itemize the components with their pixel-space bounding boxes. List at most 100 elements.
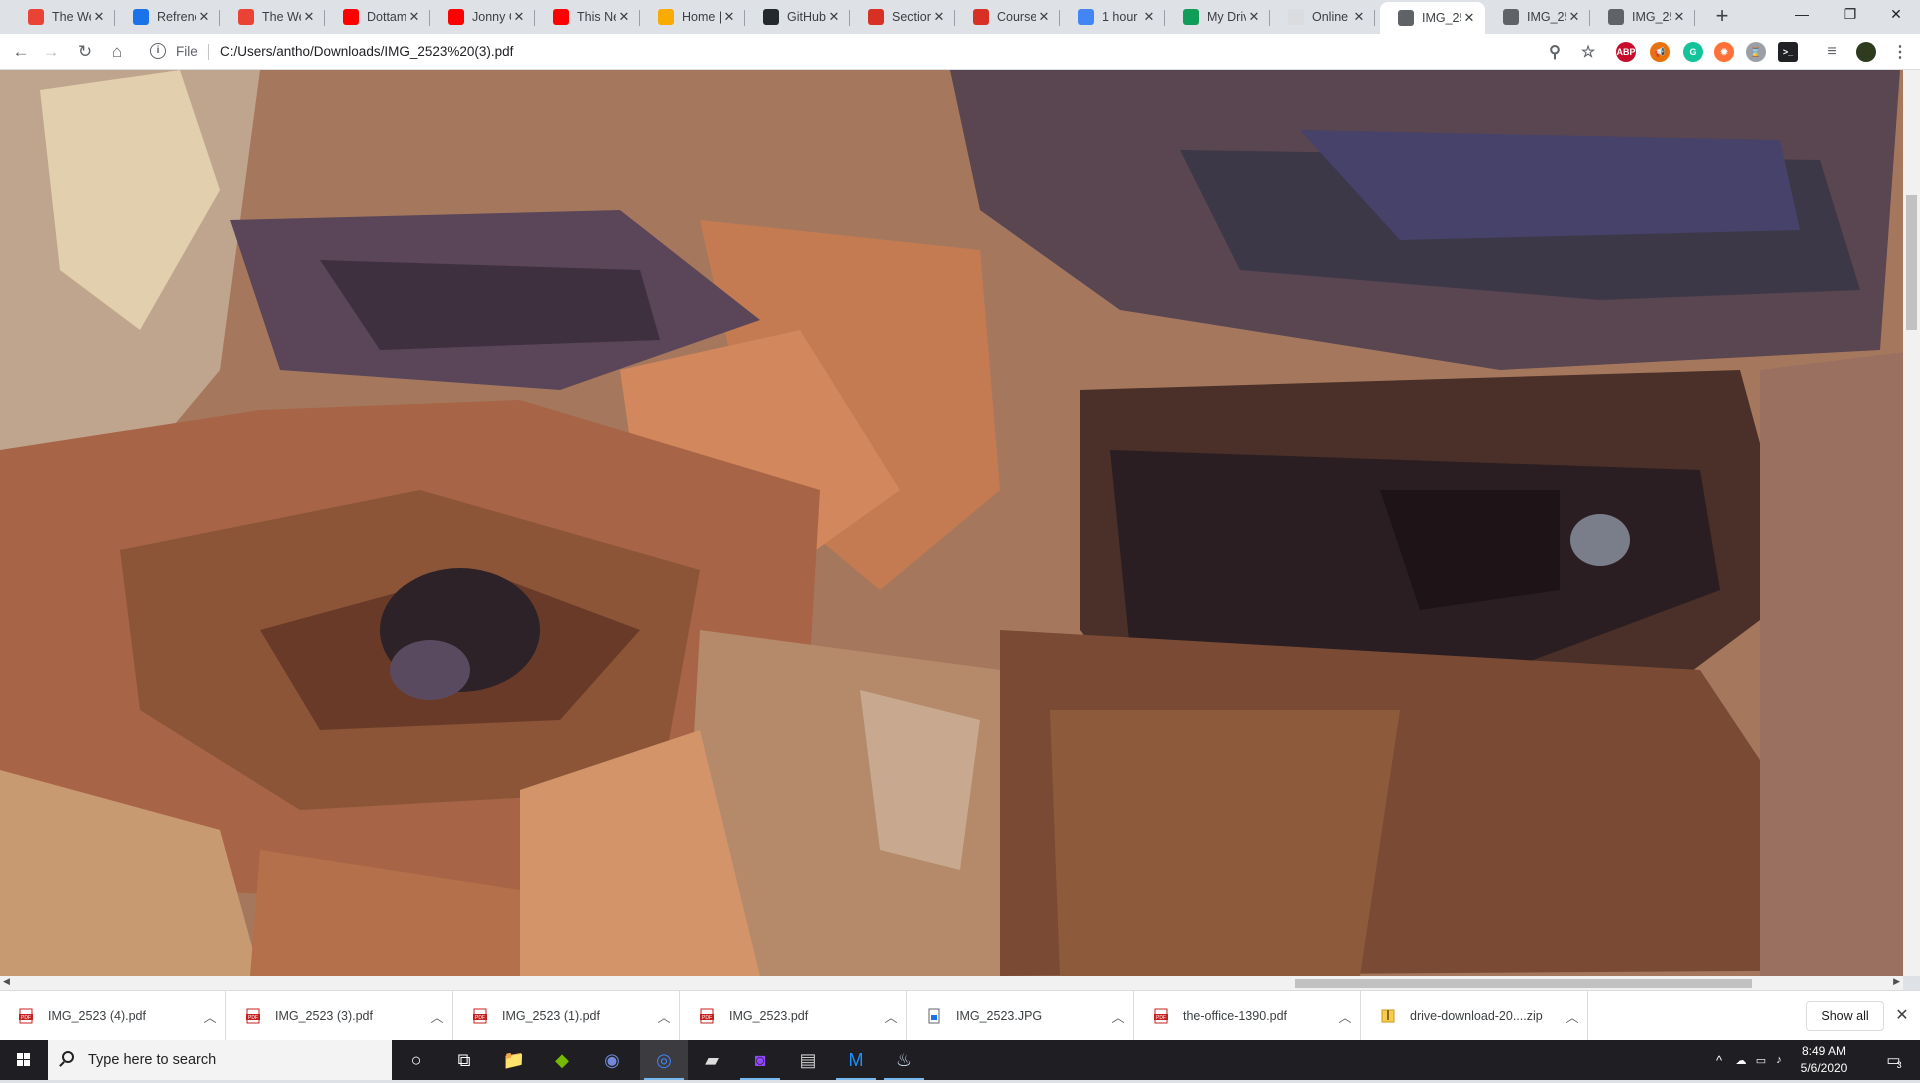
chrome-icon[interactable]: ◎: [640, 1040, 688, 1080]
tab-close-icon[interactable]: ✕: [826, 9, 842, 25]
vertical-scrollbar[interactable]: [1903, 70, 1920, 976]
tab-close-icon[interactable]: ✕: [1246, 9, 1262, 25]
download-menu-chevron-icon[interactable]: ︿: [876, 1007, 906, 1026]
image-file-icon: [926, 1008, 942, 1024]
malwarebytes-icon[interactable]: M: [832, 1040, 880, 1080]
profile-avatar[interactable]: [1856, 42, 1876, 62]
adblock-plus-icon[interactable]: ABP: [1616, 42, 1636, 62]
close-shelf-icon[interactable]: ✕: [1892, 1005, 1912, 1025]
dropbox-tray-icon[interactable]: ☁: [1730, 1040, 1752, 1080]
horizontal-scroll-thumb[interactable]: [1295, 979, 1752, 988]
close-window-button[interactable]: ✕: [1876, 6, 1916, 26]
zoom-icon[interactable]: ⚲: [1545, 42, 1565, 62]
vertical-scroll-thumb[interactable]: [1906, 195, 1917, 330]
scroll-right-arrow[interactable]: ▶: [1893, 976, 1900, 987]
menu-dots-icon[interactable]: ⋮: [1890, 42, 1910, 62]
tab-10[interactable]: 1 hour t ✕: [1060, 2, 1165, 32]
taskbar-search[interactable]: Type here to search: [48, 1040, 392, 1080]
tab-close-icon[interactable]: ✕: [1141, 9, 1157, 25]
address-url[interactable]: C:/Users/antho/Downloads/IMG_2523%20(3).…: [220, 44, 513, 59]
download-item[interactable]: PDF IMG_2523.pdf ︿: [681, 991, 907, 1041]
system-clock[interactable]: 8:49 AM 5/6/2020: [1788, 1043, 1860, 1077]
tab-9[interactable]: Course ✕: [955, 2, 1060, 32]
start-button[interactable]: [0, 1040, 48, 1080]
tab-close-icon[interactable]: ✕: [511, 9, 527, 25]
minimize-button[interactable]: —: [1782, 6, 1822, 26]
tab-close-icon[interactable]: ✕: [1461, 10, 1477, 26]
task-view-icon[interactable]: ⧉: [440, 1040, 488, 1080]
site-info-icon[interactable]: i: [150, 43, 166, 59]
address-bar[interactable]: i File C:/Users/antho/Downloads/IMG_2523…: [140, 38, 1590, 66]
tab-3[interactable]: Dottam ✕: [325, 2, 430, 32]
download-menu-chevron-icon[interactable]: ︿: [1557, 1007, 1587, 1026]
volume-icon[interactable]: ♪: [1770, 1040, 1788, 1080]
megaphone-extension-icon[interactable]: 📢: [1650, 42, 1670, 62]
home-icon[interactable]: ⌂: [106, 41, 128, 63]
horizontal-scrollbar[interactable]: ◀ ▶: [0, 976, 1903, 990]
file-explorer-icon[interactable]: 📁: [490, 1040, 538, 1080]
grammarly-icon[interactable]: G: [1683, 42, 1703, 62]
tab-6[interactable]: Home | ✕: [640, 2, 745, 32]
tab-close-icon[interactable]: ✕: [721, 9, 737, 25]
show-all-downloads-button[interactable]: Show all: [1806, 1001, 1884, 1031]
tab-14[interactable]: IMG_2523✕: [1485, 2, 1590, 32]
tab-7[interactable]: GitHub ✕: [745, 2, 850, 32]
download-menu-chevron-icon[interactable]: ︿: [1330, 1007, 1360, 1026]
forward-arrow-icon[interactable]: →: [40, 41, 62, 63]
discord-icon[interactable]: ◉: [588, 1040, 636, 1080]
tab-8[interactable]: Section ✕: [850, 2, 955, 32]
tab-4[interactable]: Jonny G✕: [430, 2, 535, 32]
steam-icon[interactable]: ♨: [880, 1040, 928, 1080]
cortana-icon[interactable]: ○: [392, 1040, 440, 1080]
tab-13[interactable]: IMG_2523✕: [1380, 2, 1485, 34]
twitch-icon[interactable]: ◙: [736, 1040, 784, 1080]
download-item[interactable]: drive-download-20....zip ︿: [1362, 991, 1588, 1041]
tab-close-icon[interactable]: ✕: [1671, 9, 1687, 25]
app-glyph: ▰: [705, 1049, 719, 1070]
notification-center-icon[interactable]: ▭ 3: [1874, 1040, 1914, 1080]
tab-close-icon[interactable]: ✕: [1566, 9, 1582, 25]
reload-icon[interactable]: ↻: [74, 41, 96, 63]
download-menu-chevron-icon[interactable]: ︿: [422, 1007, 452, 1026]
tab-close-icon[interactable]: ✕: [931, 9, 947, 25]
tab-1[interactable]: Refrences✕: [115, 2, 220, 32]
media-player-icon[interactable]: ▰: [688, 1040, 736, 1080]
maximize-button[interactable]: ❐: [1830, 6, 1870, 26]
tab-close-icon[interactable]: ✕: [1351, 9, 1367, 25]
download-menu-chevron-icon[interactable]: ︿: [1103, 1007, 1133, 1026]
tab-close-icon[interactable]: ✕: [1036, 9, 1052, 25]
scroll-left-arrow[interactable]: ◀: [3, 976, 10, 987]
tab-close-icon[interactable]: ✕: [616, 9, 632, 25]
download-item[interactable]: PDF IMG_2523 (3).pdf ︿: [227, 991, 453, 1041]
tab-15[interactable]: IMG_2523✕: [1590, 2, 1695, 32]
download-menu-chevron-icon[interactable]: ︿: [649, 1007, 679, 1026]
download-item[interactable]: PDF the-office-1390.pdf ︿: [1135, 991, 1361, 1041]
tab-11[interactable]: My Drive✕: [1165, 2, 1270, 32]
terminal-extension-icon[interactable]: >_: [1778, 42, 1798, 62]
tab-12[interactable]: Online ✕: [1270, 2, 1375, 32]
hourglass-extension-icon[interactable]: ⌛: [1746, 42, 1766, 62]
folder-app-icon[interactable]: ▤: [784, 1040, 832, 1080]
download-item[interactable]: PDF IMG_2523 (1).pdf ︿: [454, 991, 680, 1041]
fox-extension-icon[interactable]: ✹: [1714, 42, 1734, 62]
tray-overflow-icon[interactable]: ^: [1708, 1040, 1730, 1080]
tab-0[interactable]: The Web Devel✕: [10, 2, 115, 32]
blank-page-icon: [1288, 9, 1304, 25]
new-tab-button[interactable]: +: [1710, 5, 1734, 29]
back-arrow-icon[interactable]: ←: [10, 41, 32, 63]
tab-5[interactable]: This New✕: [535, 2, 640, 32]
download-item[interactable]: PDF IMG_2523 (4).pdf ︿: [0, 991, 226, 1041]
pdf-viewer[interactable]: [0, 70, 1920, 976]
windows-logo-icon: [17, 1053, 30, 1066]
tab-close-icon[interactable]: ✕: [91, 9, 107, 25]
media-queue-icon[interactable]: ≡: [1822, 42, 1842, 62]
tab-close-icon[interactable]: ✕: [406, 9, 422, 25]
tab-close-icon[interactable]: ✕: [196, 9, 212, 25]
network-icon[interactable]: ▭: [1752, 1040, 1770, 1080]
tab-close-icon[interactable]: ✕: [301, 9, 317, 25]
download-menu-chevron-icon[interactable]: ︿: [195, 1007, 225, 1026]
bookmark-star-icon[interactable]: ☆: [1578, 42, 1598, 62]
download-item[interactable]: IMG_2523.JPG ︿: [908, 991, 1134, 1041]
nvidia-icon[interactable]: ◆: [538, 1040, 586, 1080]
tab-2[interactable]: The Web Devel✕: [220, 2, 325, 32]
